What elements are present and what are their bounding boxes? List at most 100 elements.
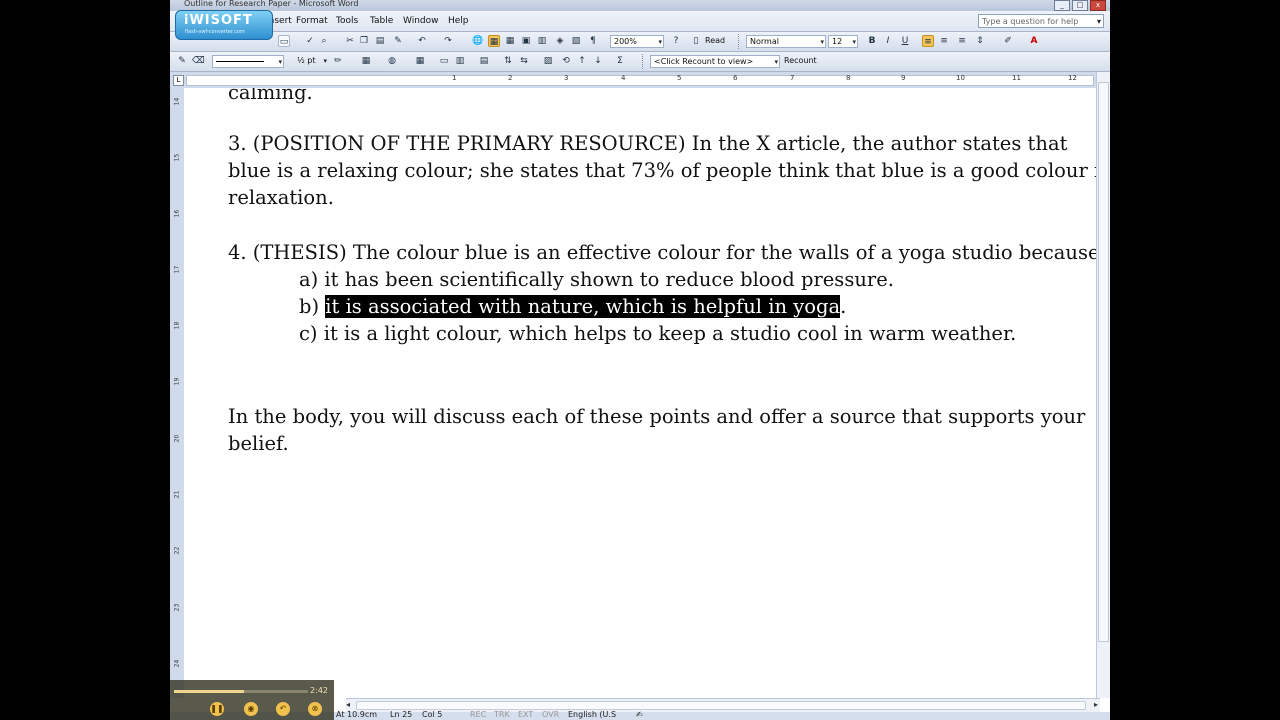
- line-spacing-icon[interactable]: ⇕: [974, 35, 986, 47]
- menu-table[interactable]: Table: [370, 16, 393, 26]
- help-placeholder: Type a question for help: [982, 17, 1079, 26]
- vertical-scrollbar[interactable]: [1096, 72, 1110, 698]
- rewind-icon[interactable]: ↶: [276, 702, 290, 716]
- menu-window[interactable]: Window: [403, 16, 439, 26]
- research-icon[interactable]: ⌕: [318, 35, 330, 47]
- ruler-number: 5: [677, 74, 682, 82]
- print-preview-icon[interactable]: ▭: [278, 35, 290, 47]
- italic-icon[interactable]: I: [882, 35, 894, 47]
- vertical-ruler[interactable]: 14 15 16 17 18 19 20 21 22 23 24: [170, 88, 185, 698]
- shading-icon[interactable]: ◍: [386, 55, 398, 67]
- selected-text[interactable]: it is associated with nature, which is h…: [325, 295, 841, 318]
- ruler-number: 9: [901, 74, 906, 82]
- horizontal-scrollbar[interactable]: ◂ ▸: [346, 698, 1100, 713]
- video-player-overlay: 2:42 ❚❚ ◉ ↶ ⊗: [170, 680, 334, 720]
- menu-format[interactable]: Format: [296, 16, 328, 26]
- distribute-columns-icon[interactable]: ⇆: [518, 55, 530, 67]
- toolbar-grip[interactable]: [738, 34, 743, 49]
- align-center-icon[interactable]: ≡: [938, 35, 950, 47]
- vruler-number: 23: [173, 603, 181, 612]
- pause-icon[interactable]: ❚❚: [210, 702, 224, 716]
- borders-icon[interactable]: ▦: [360, 55, 372, 67]
- split-cells-icon[interactable]: ▥: [454, 55, 466, 67]
- scroll-right-icon[interactable]: ▸: [1094, 700, 1098, 709]
- sort-ascending-icon[interactable]: ↑: [576, 55, 588, 67]
- horizontal-ruler[interactable]: L 1 2 3 4 5 6 7 8 9 10 11 12: [170, 72, 1110, 89]
- status-trk[interactable]: TRK: [494, 710, 510, 719]
- font-size-select[interactable]: 12 ▾: [828, 35, 858, 48]
- paste-icon[interactable]: ▤: [374, 35, 386, 47]
- maximize-button[interactable]: □: [1072, 0, 1088, 11]
- volume-icon[interactable]: ◉: [244, 702, 258, 716]
- hyperlink-icon[interactable]: 🌐: [472, 35, 484, 47]
- insert-excel-icon[interactable]: ▣: [520, 35, 532, 47]
- insert-table-icon[interactable]: ▦: [504, 35, 516, 47]
- border-color-icon[interactable]: ✏: [332, 55, 344, 67]
- status-rec[interactable]: REC: [470, 710, 486, 719]
- menu-help[interactable]: Help: [448, 16, 469, 26]
- chevron-down-icon: ▾: [852, 38, 856, 46]
- text-direction-icon[interactable]: ⟲: [560, 55, 572, 67]
- show-hide-icon[interactable]: ¶: [587, 35, 599, 47]
- hscroll-thumb[interactable]: [356, 701, 1086, 710]
- vruler-number: 15: [173, 153, 181, 162]
- eraser-icon[interactable]: ⌫: [192, 55, 205, 67]
- autosum-icon[interactable]: Σ: [614, 55, 626, 67]
- recount-button[interactable]: Recount: [784, 56, 817, 65]
- spelling-status-icon[interactable]: ✍: [636, 710, 643, 719]
- read-icon[interactable]: ▯: [690, 35, 702, 47]
- line-weight-select[interactable]: ½ pt ▾: [294, 55, 328, 68]
- document-page[interactable]: calming. 3. (POSITION OF THE PRIMARY RES…: [184, 88, 1097, 698]
- item3-line: 3. (POSITION OF THE PRIMARY RESOURCE) In…: [228, 132, 1068, 155]
- vruler-number: 14: [173, 97, 181, 106]
- line-style-sample: [216, 61, 264, 62]
- minimize-button[interactable]: _: [1054, 0, 1070, 11]
- tab-selector-icon[interactable]: L: [173, 75, 184, 86]
- insert-table-icon[interactable]: ▦: [414, 55, 426, 67]
- cut-icon[interactable]: ✂: [344, 35, 356, 47]
- tables-borders-icon[interactable]: ▦: [488, 35, 500, 47]
- help-search-input[interactable]: Type a question for help ▾: [978, 14, 1104, 28]
- font-color-icon[interactable]: A: [1028, 35, 1040, 47]
- columns-icon[interactable]: ▥: [536, 35, 548, 47]
- distribute-rows-icon[interactable]: ⇅: [502, 55, 514, 67]
- toolbar-grip[interactable]: [642, 54, 647, 69]
- close-button[interactable]: x: [1090, 0, 1106, 11]
- autoformat-icon[interactable]: ▨: [542, 55, 554, 67]
- merge-cells-icon[interactable]: ▭: [438, 55, 450, 67]
- align-left-icon[interactable]: ≡: [922, 35, 934, 47]
- word-window: Outline for Research Paper - Microsoft W…: [170, 0, 1110, 720]
- scroll-thumb[interactable]: [1098, 82, 1109, 642]
- align-right-icon[interactable]: ≡: [956, 35, 968, 47]
- body-line: In the body, you will discuss each of th…: [228, 405, 1086, 428]
- line-style-select[interactable]: ▾: [212, 55, 284, 68]
- close-player-icon[interactable]: ⊗: [308, 702, 322, 716]
- sort-descending-icon[interactable]: ↓: [592, 55, 604, 67]
- dropdown-arrow-icon[interactable]: ▾: [1097, 15, 1101, 29]
- word-count-select[interactable]: <Click Recount to view> ▾: [650, 55, 780, 68]
- highlight-icon[interactable]: ✐: [1002, 35, 1014, 47]
- document-map-icon[interactable]: ▧: [570, 35, 582, 47]
- redo-icon[interactable]: ↷: [442, 35, 454, 47]
- bold-icon[interactable]: B: [866, 35, 878, 47]
- format-painter-icon[interactable]: ✎: [392, 35, 404, 47]
- undo-icon[interactable]: ↶: [416, 35, 428, 47]
- read-button[interactable]: Read: [705, 36, 725, 45]
- spelling-icon[interactable]: ✓: [304, 35, 316, 47]
- zoom-select[interactable]: 200% ▾: [610, 35, 664, 48]
- menu-tools[interactable]: Tools: [336, 16, 358, 26]
- ruler-number: 7: [790, 74, 795, 82]
- copy-icon[interactable]: ❐: [358, 35, 370, 47]
- help-icon[interactable]: ?: [670, 35, 682, 47]
- status-ext[interactable]: EXT: [518, 710, 533, 719]
- status-ovr[interactable]: OVR: [542, 710, 559, 719]
- drawing-icon[interactable]: ◈: [554, 35, 566, 47]
- iwisoft-watermark-logo: iWISOFT flash-swf-converter.com: [175, 10, 273, 40]
- point-b-suffix: .: [840, 295, 847, 318]
- underline-icon[interactable]: U: [899, 35, 911, 47]
- scroll-left-icon[interactable]: ◂: [346, 700, 350, 709]
- word-count-info: <Click Recount to view>: [654, 57, 754, 66]
- style-select[interactable]: Normal ▾: [746, 35, 826, 48]
- draw-table-icon[interactable]: ✎: [176, 55, 188, 67]
- align-cell-icon[interactable]: ▤: [478, 55, 490, 67]
